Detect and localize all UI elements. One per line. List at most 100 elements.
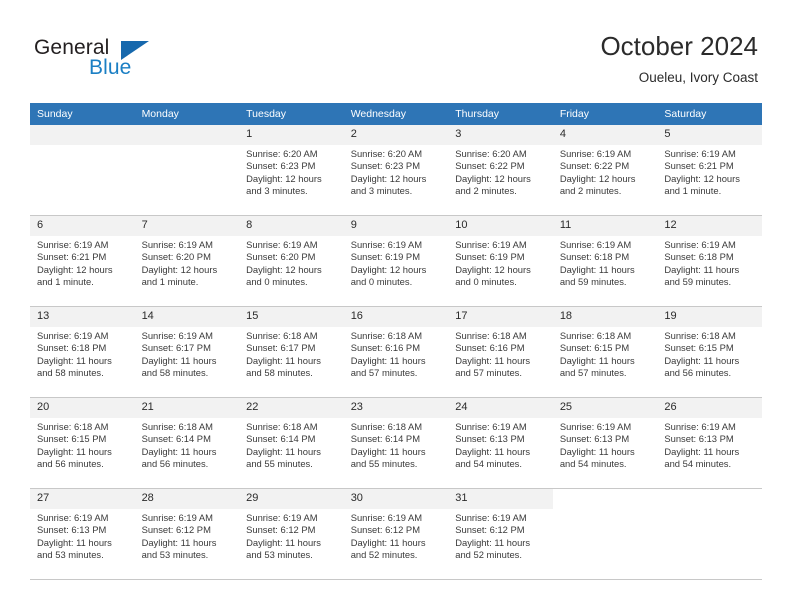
calendar-day-cell[interactable]: 8 Sunrise: 6:19 AM Sunset: 6:20 PM Daylight… [239,215,344,307]
day-number: 18 [552,307,658,327]
calendar-day-cell[interactable]: 15 Sunrise: 6:18 AM Sunset: 6:17 PM Dayligh… [239,306,344,398]
calendar-day-cell[interactable]: 7 Sunrise: 6:19 AM Sunset: 6:20 PM Daylight… [134,215,240,307]
calendar-day-cell[interactable]: 27 Sunrise: 6:19 AM Sunset: 6:13 PM Dayligh… [30,488,135,580]
calendar-day-cell[interactable]: 5 Sunrise: 6:19 AM Sunset: 6:21 PM Daylight… [657,125,762,216]
info-line-daylight1: Daylight: 11 hours [455,445,531,457]
day-sun-info: Sunrise: 6:18 AM Sunset: 6:14 PM Daylight:… [344,418,449,471]
calendar-day-cell[interactable]: 17 Sunrise: 6:18 AM Sunset: 6:16 PM Dayligh… [448,306,553,398]
calendar-day-cell[interactable]: 10 Sunrise: 6:19 AM Sunset: 6:19 PM Dayligh… [448,215,553,307]
info-line-sunset: Sunset: 6:14 PM [350,433,420,445]
day-number: 30 [343,489,449,509]
info-line-daylight2: and 54 minutes. [559,458,627,470]
day-number [134,125,240,145]
calendar-day-cell[interactable]: 16 Sunrise: 6:18 AM Sunset: 6:16 PM Dayligh… [343,306,449,398]
info-line-sunset: Sunset: 6:15 PM [559,342,630,354]
day-sun-info: Sunrise: 6:19 AM Sunset: 6:13 PM Daylight:… [657,418,762,471]
weekday-header-friday: Friday [552,103,658,125]
calendar-week-row: 27 Sunrise: 6:19 AM Sunset: 6:13 PM Dayligh… [30,488,762,580]
info-line-daylight2: and 57 minutes. [559,367,627,379]
info-line-daylight2: and 52 minutes. [455,549,522,561]
calendar-day-cell[interactable]: 3 Sunrise: 6:20 AM Sunset: 6:22 PM Daylight… [448,125,553,216]
calendar-day-cell[interactable]: 25 Sunrise: 6:19 AM Sunset: 6:13 PM Dayligh… [552,397,658,489]
calendar-day-cell[interactable]: 19 Sunrise: 6:18 AM Sunset: 6:15 PM Dayligh… [657,306,762,398]
info-line-sunrise: Sunrise: 6:18 AM [37,421,109,432]
day-number: 26 [657,398,762,418]
calendar-day-cell[interactable]: 11 Sunrise: 6:19 AM Sunset: 6:18 PM Dayligh… [552,215,658,307]
weekday-header-thursday: Thursday [448,103,553,125]
info-line-sunset: Sunset: 6:21 PM [37,251,107,263]
info-line-daylight2: and 0 minutes. [455,276,517,288]
info-line-daylight2: and 54 minutes. [664,458,732,470]
info-line-sunset: Sunset: 6:13 PM [664,433,734,445]
calendar-week-row: 1 Sunrise: 6:20 AM Sunset: 6:23 PM Daylight… [30,125,762,216]
calendar-day-cell[interactable]: 1 Sunrise: 6:20 AM Sunset: 6:23 PM Daylight… [239,125,344,216]
info-line-sunset: Sunset: 6:17 PM [246,342,316,354]
info-line-daylight2: and 53 minutes. [37,549,104,561]
calendar-day-cell[interactable]: 18 Sunrise: 6:18 AM Sunset: 6:15 PM Dayligh… [552,306,658,398]
day-number: 21 [134,398,240,418]
info-line-sunrise: Sunrise: 6:19 AM [37,512,109,523]
day-number: 28 [134,489,240,509]
calendar-day-cell[interactable]: 30 Sunrise: 6:19 AM Sunset: 6:12 PM Dayligh… [343,488,449,580]
info-line-sunset: Sunset: 6:21 PM [664,160,734,172]
day-sun-info: Sunrise: 6:19 AM Sunset: 6:12 PM Daylight:… [239,509,344,562]
calendar-day-cell[interactable]: 14 Sunrise: 6:19 AM Sunset: 6:17 PM Dayligh… [134,306,240,398]
info-line-daylight1: Daylight: 12 hours [246,263,322,275]
info-line-daylight2: and 58 minutes. [246,367,313,379]
info-line-sunrise: Sunrise: 6:18 AM [664,330,736,341]
calendar-day-cell[interactable]: 22 Sunrise: 6:18 AM Sunset: 6:14 PM Dayligh… [239,397,344,489]
day-sun-info: Sunrise: 6:18 AM Sunset: 6:15 PM Daylight:… [553,327,658,380]
info-line-sunrise: Sunrise: 6:20 AM [350,148,423,159]
info-line-sunrise: Sunrise: 6:20 AM [246,148,318,159]
calendar-page: General Blue October 2024 Oueleu, Ivory … [0,0,792,612]
calendar-day-cell[interactable]: 2 Sunrise: 6:20 AM Sunset: 6:23 PM Daylight… [343,125,449,216]
logo-text-blue: Blue [89,56,132,79]
calendar-empty-cell [552,488,658,580]
calendar-day-cell[interactable]: 12 Sunrise: 6:19 AM Sunset: 6:18 PM Dayligh… [657,215,762,307]
weekday-header-tuesday: Tuesday [239,103,344,125]
info-line-daylight2: and 53 minutes. [141,549,209,561]
info-line-sunset: Sunset: 6:12 PM [455,524,525,536]
day-number: 10 [448,216,553,236]
calendar-day-cell[interactable]: 24 Sunrise: 6:19 AM Sunset: 6:13 PM Dayligh… [448,397,553,489]
calendar-day-cell[interactable]: 9 Sunrise: 6:19 AM Sunset: 6:19 PM Daylight… [343,215,449,307]
calendar-day-cell[interactable]: 4 Sunrise: 6:19 AM Sunset: 6:22 PM Daylight… [552,125,658,216]
calendar-day-cell[interactable]: 13 Sunrise: 6:19 AM Sunset: 6:18 PM Dayligh… [30,306,135,398]
info-line-daylight2: and 56 minutes. [37,458,104,470]
calendar-day-cell[interactable]: 28 Sunrise: 6:19 AM Sunset: 6:12 PM Dayligh… [134,488,240,580]
day-number: 22 [239,398,344,418]
info-line-sunset: Sunset: 6:23 PM [246,160,316,172]
calendar-day-cell[interactable]: 21 Sunrise: 6:18 AM Sunset: 6:14 PM Dayligh… [134,397,240,489]
calendar-day-cell[interactable]: 29 Sunrise: 6:19 AM Sunset: 6:12 PM Dayligh… [239,488,344,580]
info-line-daylight2: and 59 minutes. [664,276,732,288]
day-sun-info: Sunrise: 6:19 AM Sunset: 6:13 PM Daylight:… [448,418,553,471]
day-sun-info: Sunrise: 6:18 AM Sunset: 6:16 PM Daylight:… [448,327,553,380]
info-line-sunrise: Sunrise: 6:18 AM [455,330,527,341]
calendar-empty-cell [30,125,135,216]
info-line-sunrise: Sunrise: 6:19 AM [141,239,213,250]
info-line-sunrise: Sunrise: 6:19 AM [246,239,318,250]
day-sun-info: Sunrise: 6:19 AM Sunset: 6:13 PM Daylight:… [30,509,135,562]
day-number: 29 [239,489,344,509]
page-subtitle: Oueleu, Ivory Coast [638,70,758,85]
calendar-day-cell[interactable]: 31 Sunrise: 6:19 AM Sunset: 6:12 PM Dayligh… [448,488,553,580]
day-sun-info: Sunrise: 6:18 AM Sunset: 6:15 PM Daylight:… [657,327,762,380]
info-line-daylight2: and 56 minutes. [141,458,209,470]
info-line-sunset: Sunset: 6:18 PM [664,251,734,263]
day-number: 9 [343,216,449,236]
calendar-day-cell[interactable]: 23 Sunrise: 6:18 AM Sunset: 6:14 PM Dayligh… [343,397,449,489]
weekday-header-saturday: Saturday [657,103,762,125]
day-number: 12 [657,216,762,236]
calendar-day-cell[interactable]: 20 Sunrise: 6:18 AM Sunset: 6:15 PM Dayligh… [30,397,135,489]
info-line-sunset: Sunset: 6:22 PM [455,160,525,172]
general-blue-logo[interactable]: General Blue [34,36,234,86]
day-sun-info: Sunrise: 6:18 AM Sunset: 6:15 PM Daylight:… [30,418,135,471]
info-line-daylight1: Daylight: 11 hours [350,445,426,457]
info-line-daylight1: Daylight: 12 hours [246,172,322,184]
calendar-day-cell[interactable]: 6 Sunrise: 6:19 AM Sunset: 6:21 PM Daylight… [30,215,135,307]
day-sun-info: Sunrise: 6:19 AM Sunset: 6:21 PM Daylight:… [30,236,135,289]
info-line-sunset: Sunset: 6:15 PM [664,342,734,354]
info-line-daylight1: Daylight: 11 hours [37,354,112,366]
calendar-day-cell[interactable]: 26 Sunrise: 6:19 AM Sunset: 6:13 PM Dayligh… [657,397,762,489]
day-number [30,125,135,145]
